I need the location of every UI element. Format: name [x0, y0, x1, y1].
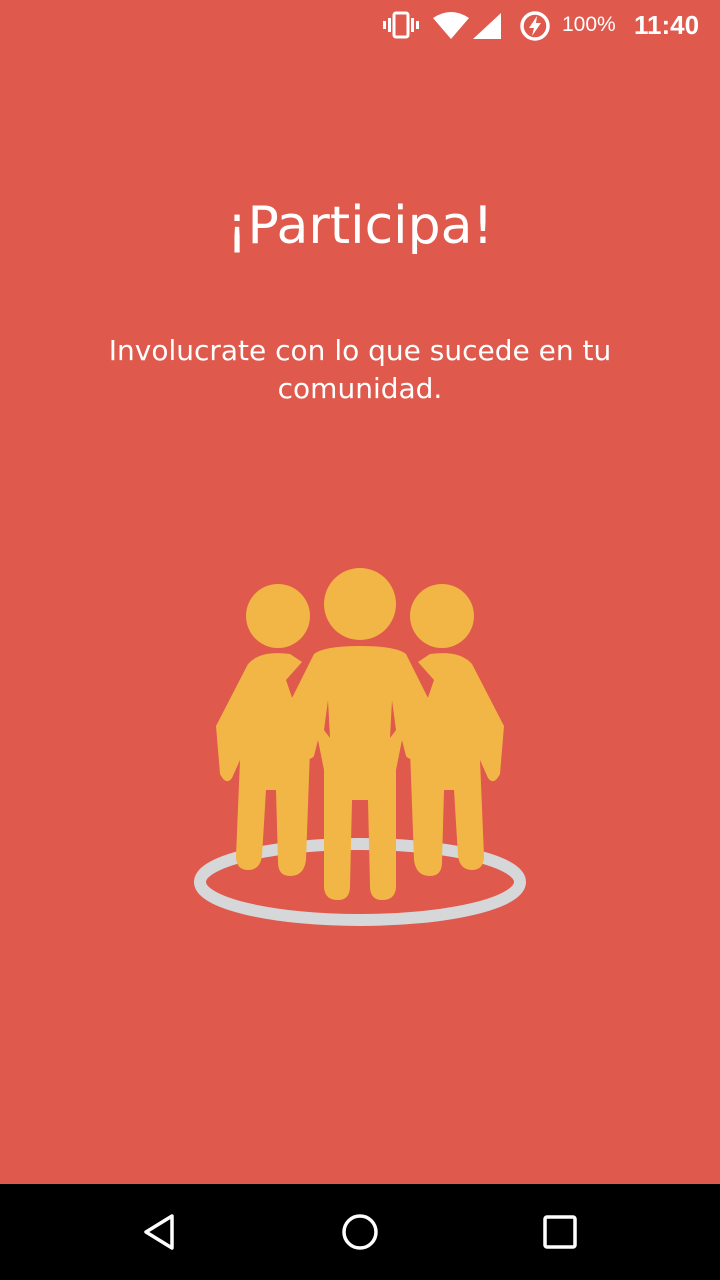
home-button[interactable]	[332, 1204, 388, 1260]
vibrate-icon	[383, 10, 419, 45]
status-bar: 100% 11:40	[0, 0, 720, 50]
battery-percent: 100%	[562, 13, 616, 36]
onboarding-screen: 100% 11:40 ¡Participa! Involucrate con l…	[0, 0, 720, 1280]
navigation-bar	[0, 1184, 720, 1280]
page-subtitle: Involucrate con lo que sucede en tu comu…	[108, 334, 612, 405]
battery-saver-icon	[519, 10, 551, 47]
community-people-icon	[190, 560, 530, 940]
signal-icon	[472, 12, 502, 45]
wifi-icon	[432, 12, 470, 45]
status-time: 11:40	[634, 10, 700, 40]
back-button[interactable]	[132, 1204, 188, 1260]
back-icon	[144, 1214, 174, 1250]
recents-button[interactable]	[532, 1204, 588, 1260]
page-title: ¡Participa!	[226, 196, 494, 256]
recents-icon	[543, 1215, 577, 1249]
home-icon	[342, 1214, 378, 1250]
